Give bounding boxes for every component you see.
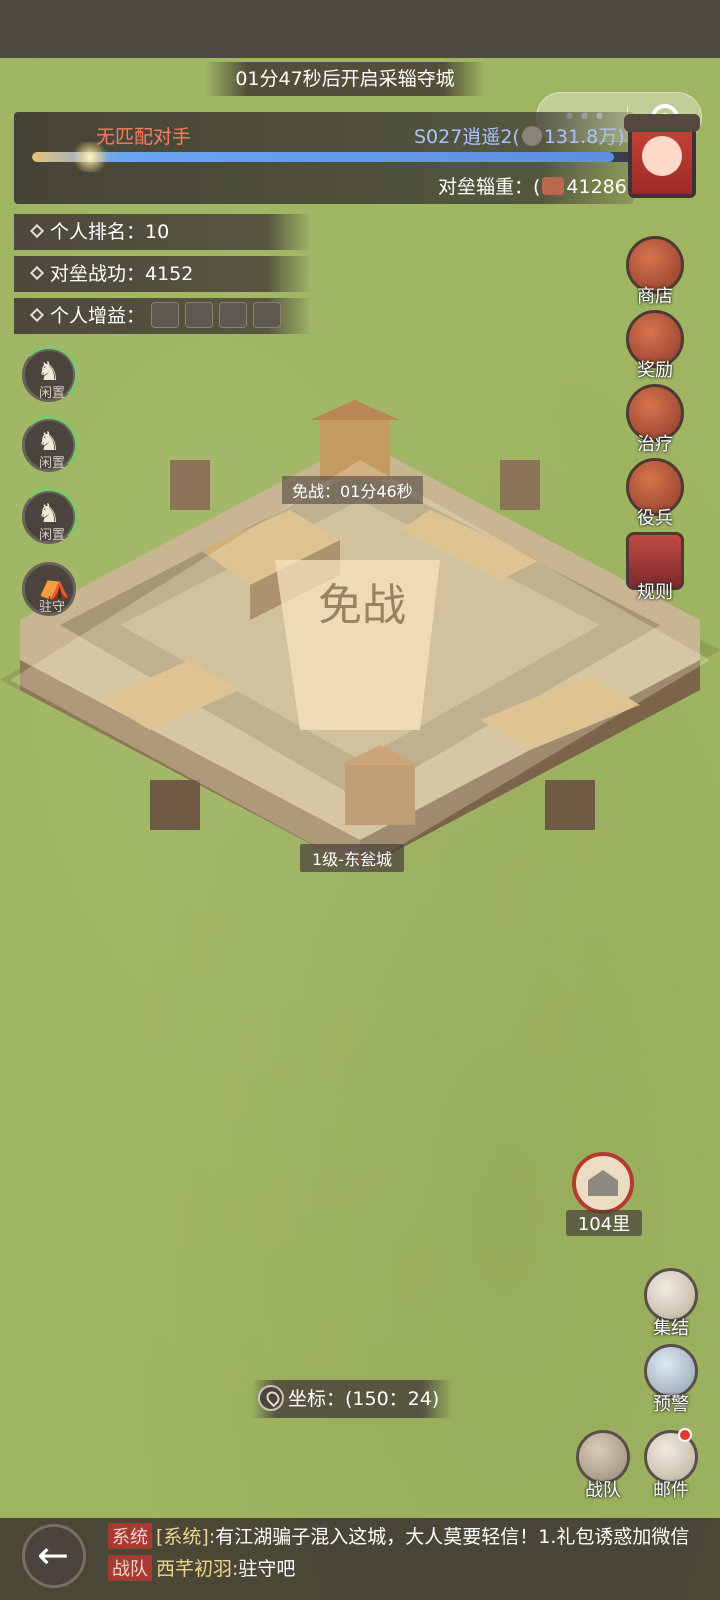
troop-status-label: 闲置 — [38, 528, 65, 543]
truce-seal: 免战 — [318, 580, 406, 631]
troop-slot-1[interactable]: ♞ 闲置 — [20, 346, 78, 404]
supply-value: 41286) — [566, 176, 635, 198]
target-distance-marker[interactable]: 104里 — [566, 1152, 642, 1252]
chat-channel-tag: 战队 — [108, 1555, 152, 1581]
opponent-banner-flag[interactable] — [624, 114, 700, 198]
location-pin-icon — [258, 1385, 284, 1411]
shop-button[interactable]: 商店 — [620, 236, 690, 312]
supply-info: 对垒辎重：( 41286) — [438, 172, 634, 199]
chat-message-team[interactable]: 战队 西芊初羽:驻守吧 — [108, 1554, 295, 1581]
rules-button[interactable]: 规则 — [620, 532, 690, 608]
troop-slot-2[interactable]: ♞ 闲置 — [20, 416, 78, 474]
battle-merit-row[interactable]: 对垒战功：4152 — [14, 256, 312, 292]
alert-button[interactable]: 预警 — [640, 1344, 702, 1416]
buff-scroll-icon[interactable] — [151, 302, 180, 328]
opponent-power: 131.8万) — [543, 126, 625, 148]
power-icon — [521, 126, 542, 146]
diamond-icon — [29, 265, 45, 281]
status-bar — [0, 0, 720, 58]
match-progress-bar — [32, 152, 632, 162]
coordinates-text: 坐标：(150：24) — [288, 1388, 440, 1410]
shop-label: 商店 — [637, 286, 673, 307]
chat-message-system[interactable]: 系统 [系统]:有江湖骗子混入这城，大人莫要轻信！1.礼包诱惑加微信 — [108, 1522, 689, 1549]
troop-slot-3[interactable]: ♞ 闲置 — [20, 488, 78, 546]
distance-label: 104里 — [566, 1210, 642, 1236]
rules-label: 规则 — [637, 582, 673, 603]
troop-status-label: 闲置 — [38, 456, 65, 471]
personal-rank: 个人排名：10 — [50, 221, 170, 243]
conscript-button[interactable]: 役兵 — [620, 458, 690, 534]
match-panel: 无匹配对手 S027逍遥2( 131.8万) 对垒辎重：( 41286) — [14, 112, 634, 204]
buff-attack-icon[interactable] — [219, 302, 248, 328]
mail-notification-dot — [678, 1428, 692, 1442]
personal-rank-row[interactable]: 个人排名：10 — [14, 214, 312, 250]
buff-heal-icon[interactable] — [185, 302, 214, 328]
truce-timer: 免战：01分46秒 — [282, 476, 423, 504]
rally-label: 集结 — [653, 1318, 689, 1339]
city-target-icon — [572, 1152, 634, 1214]
alert-label: 预警 — [653, 1394, 689, 1415]
match-progress-fill — [32, 152, 614, 162]
heal-label: 治疗 — [637, 434, 673, 455]
opponent-server-name: S027逍遥2( — [414, 126, 520, 148]
mail-button[interactable]: 邮件 — [640, 1428, 702, 1502]
battle-merit: 对垒战功：4152 — [50, 263, 194, 285]
chat-channel-tag: 系统 — [108, 1523, 152, 1549]
match-status-label: 无匹配对手 — [96, 126, 192, 148]
chat-sender: [系统]: — [156, 1526, 216, 1548]
city-name-label: 1级-东瓮城 — [300, 844, 404, 872]
opponent-info[interactable]: S027逍遥2( 131.8万) — [414, 122, 625, 149]
chat-text: 驻守吧 — [238, 1558, 296, 1580]
conscript-label: 役兵 — [637, 508, 673, 529]
personal-buff-row[interactable]: 个人增益： — [14, 298, 312, 334]
progress-spark-icon — [70, 142, 110, 172]
event-countdown-banner: 01分47秒后开启采辎夺城 — [205, 62, 485, 96]
troop-status-label: 闲置 — [38, 386, 65, 401]
heal-button[interactable]: 治疗 — [620, 384, 690, 460]
reward-label: 奖励 — [637, 360, 673, 381]
team-button[interactable]: 战队 — [572, 1430, 634, 1502]
supply-label: 对垒辎重：( — [438, 176, 541, 198]
mail-label: 邮件 — [653, 1480, 689, 1501]
coordinates-display[interactable]: 坐标：(150：24) — [252, 1380, 452, 1418]
personal-buff-label: 个人增益： — [50, 305, 146, 327]
diamond-icon — [29, 307, 45, 323]
troop-status-label: 驻守 — [38, 600, 65, 615]
buff-coin-icon[interactable] — [253, 302, 282, 328]
supply-cart-icon — [542, 177, 565, 195]
team-label: 战队 — [585, 1480, 621, 1501]
rally-button[interactable]: 集结 — [640, 1268, 702, 1340]
reward-button[interactable]: 奖励 — [620, 310, 690, 386]
chat-sender: 西芊初羽: — [156, 1558, 239, 1580]
troop-slot-4[interactable]: ⛺ 驻守 — [22, 562, 76, 616]
diamond-icon — [29, 223, 45, 239]
back-button[interactable] — [22, 1524, 86, 1588]
chat-text: 有江湖骗子混入这城，大人莫要轻信！1.礼包诱惑加微信 — [215, 1526, 690, 1548]
